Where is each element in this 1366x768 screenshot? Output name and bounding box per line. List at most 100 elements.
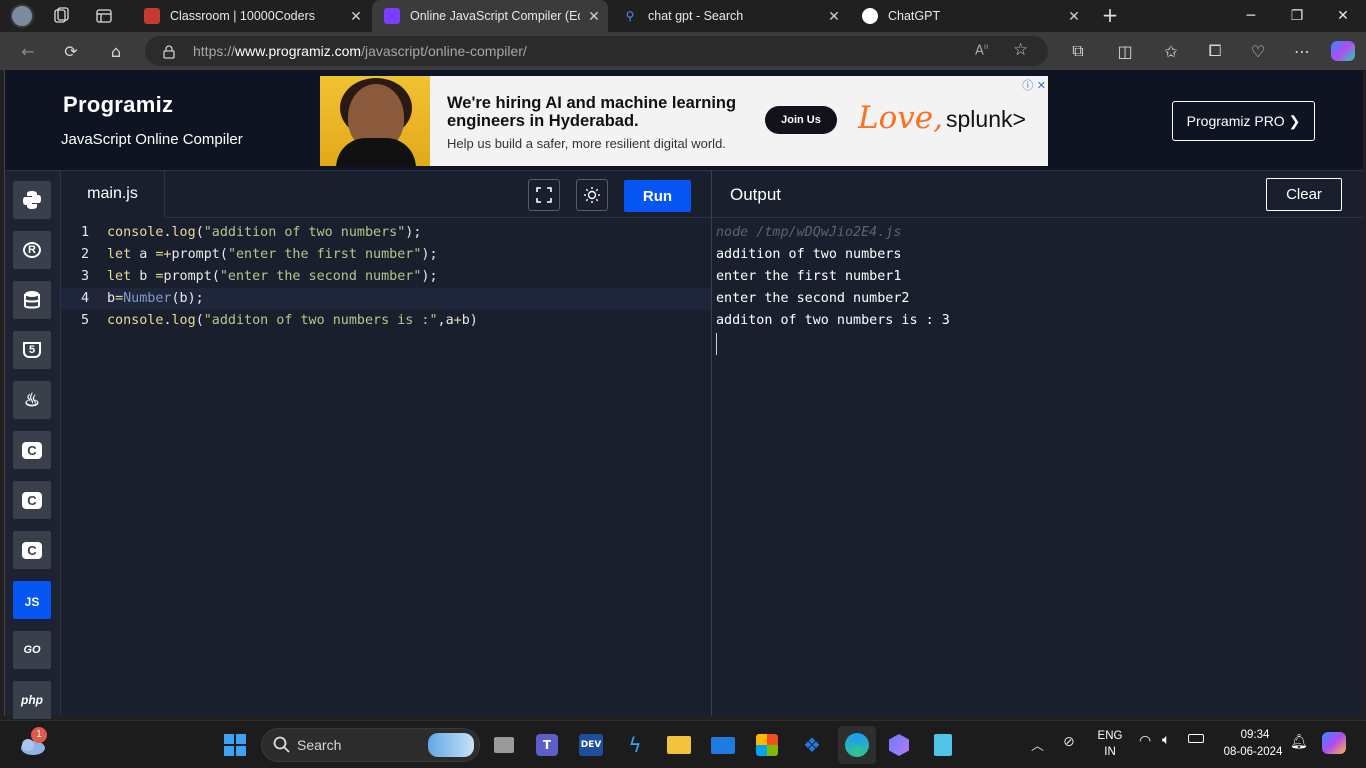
code-line[interactable]: 3 let b =prompt("enter the second number"… bbox=[61, 266, 711, 288]
dev-home-icon[interactable]: DEV bbox=[575, 729, 607, 761]
r-icon[interactable]: R bbox=[13, 231, 51, 269]
python-icon[interactable] bbox=[13, 181, 51, 219]
browser-tab[interactable]: ChatGPT ✕ bbox=[850, 0, 1088, 32]
language-indicator-top[interactable]: ENG bbox=[1096, 730, 1124, 742]
javascript-icon[interactable]: JS bbox=[13, 581, 51, 619]
fullscreen-icon[interactable] bbox=[528, 179, 560, 211]
read-aloud-icon[interactable]: Aıı bbox=[975, 42, 988, 58]
show-hidden-icons[interactable]: ︿ bbox=[1031, 735, 1044, 754]
advertisement-banner[interactable]: We're hiring AI and machine learning eng… bbox=[320, 76, 1048, 166]
file-tab[interactable]: main.js bbox=[61, 171, 165, 218]
restore-icon[interactable]: ❐ bbox=[1274, 0, 1320, 32]
programiz-logo[interactable]: Programiz bbox=[63, 92, 173, 118]
refresh-icon[interactable]: ⟳ bbox=[57, 38, 85, 64]
csharp-icon[interactable]: C bbox=[13, 531, 51, 569]
ad-close-icon[interactable]: ⓘ ✕ bbox=[1022, 77, 1046, 93]
microsoft-store-icon[interactable] bbox=[751, 729, 783, 761]
start-windows-icon[interactable] bbox=[219, 729, 251, 761]
notification-bell-icon[interactable]: 🔔︎ bbox=[1290, 734, 1308, 750]
file-explorer-icon[interactable] bbox=[663, 729, 695, 761]
taskbar-search-box[interactable]: Search bbox=[261, 728, 480, 762]
profile-avatar[interactable] bbox=[10, 4, 34, 28]
code-token: let bbox=[107, 269, 132, 284]
clear-button[interactable]: Clear bbox=[1266, 178, 1342, 211]
code-token: b bbox=[107, 291, 116, 306]
code-token: "addition of two numbers" bbox=[203, 225, 406, 240]
teams-icon[interactable]: T bbox=[531, 729, 563, 761]
back-icon[interactable]: ← bbox=[14, 38, 42, 64]
copilot-app-icon[interactable] bbox=[883, 729, 915, 761]
home-icon[interactable]: ⌂ bbox=[102, 38, 130, 64]
workspaces-icon[interactable] bbox=[52, 7, 70, 25]
code-token: b) bbox=[461, 313, 478, 328]
cplusplus-icon[interactable]: C bbox=[13, 481, 51, 519]
task-view-shape bbox=[494, 737, 514, 753]
browser-tab-active[interactable]: Online JavaScript Compiler (Edito ✕ bbox=[372, 0, 608, 32]
wifi-icon[interactable]: ◠ bbox=[1139, 733, 1151, 749]
ad-headline: We're hiring AI and machine learning eng… bbox=[447, 94, 737, 130]
url-text[interactable]: https://www.programiz.com/javascript/onl… bbox=[193, 43, 527, 59]
ad-brand-love: Love, bbox=[858, 100, 943, 136]
programiz-pro-button[interactable]: Programiz PRO ❯ bbox=[1172, 101, 1315, 141]
code-token: console bbox=[107, 225, 164, 240]
clock-time[interactable]: 09:34 bbox=[1222, 729, 1288, 741]
code-line[interactable]: 2 let a =+prompt("enter the first number"… bbox=[61, 244, 711, 266]
code-token: "enter the second number" bbox=[219, 269, 422, 284]
close-tab-icon[interactable]: ✕ bbox=[820, 8, 848, 25]
theme-toggle-icon[interactable] bbox=[576, 179, 608, 211]
code-line[interactable]: 1 console.log("addition of two numbers"); bbox=[61, 222, 711, 244]
copilot-tray-icon[interactable] bbox=[1322, 732, 1346, 754]
close-tab-icon[interactable]: ✕ bbox=[1060, 8, 1088, 25]
java-icon[interactable]: ♨ bbox=[13, 381, 51, 419]
sql-icon[interactable] bbox=[13, 281, 51, 319]
dropbox-icon[interactable]: ❖ bbox=[796, 729, 828, 761]
go-icon[interactable]: GO bbox=[13, 631, 51, 669]
lang-label: C bbox=[22, 491, 42, 509]
split-screen-icon[interactable]: ◫ bbox=[1111, 38, 1139, 64]
more-menu-icon[interactable]: ⋯ bbox=[1288, 38, 1316, 64]
run-button[interactable]: Run bbox=[624, 180, 691, 212]
vscode-icon[interactable]: ϟ bbox=[619, 729, 651, 761]
favorites-icon[interactable]: ✩ bbox=[1157, 38, 1185, 64]
notepad-icon[interactable] bbox=[927, 729, 959, 761]
lock-icon[interactable] bbox=[163, 44, 175, 59]
performance-icon[interactable]: ♡ bbox=[1244, 38, 1272, 64]
language-sidebar: R 5 ♨ C C C JS GO php bbox=[5, 171, 61, 719]
code-token: ( bbox=[211, 269, 220, 284]
code-line[interactable]: 4 b=Number(b); bbox=[61, 288, 711, 310]
code-area[interactable]: 1 console.log("addition of two numbers");… bbox=[61, 222, 711, 332]
code-token: . bbox=[163, 313, 172, 328]
favorite-star-icon[interactable]: ☆ bbox=[1013, 40, 1028, 60]
edge-browser-icon[interactable] bbox=[838, 726, 876, 764]
close-window-icon[interactable]: ✕ bbox=[1320, 0, 1366, 32]
collections-icon[interactable]: ⧠ bbox=[1201, 38, 1229, 64]
ad-brand-logo: splunk> bbox=[946, 106, 1026, 132]
lang-label: php bbox=[21, 693, 43, 707]
c-icon[interactable]: C bbox=[13, 431, 51, 469]
browser-tab[interactable]: ⚲ chat gpt - Search ✕ bbox=[610, 0, 848, 32]
browser-tab[interactable]: Classroom | 10000Coders ✕ bbox=[132, 0, 370, 32]
close-tab-icon[interactable]: ✕ bbox=[342, 8, 370, 25]
mail-icon[interactable] bbox=[707, 729, 739, 761]
close-tab-icon[interactable]: ✕ bbox=[580, 8, 608, 25]
code-line[interactable]: 5 console.log("additon of two numbers is … bbox=[61, 310, 711, 332]
output-console[interactable]: node /tmp/wDQwJio2E4.js addition of two … bbox=[716, 222, 950, 355]
code-token: ( bbox=[195, 225, 204, 240]
ad-join-button[interactable]: Join Us bbox=[765, 106, 837, 134]
extensions-icon[interactable]: ⧉ bbox=[1064, 38, 1092, 64]
language-indicator-bottom[interactable]: IN bbox=[1096, 746, 1124, 758]
code-token: =+ bbox=[155, 247, 172, 262]
php-icon[interactable]: php bbox=[13, 681, 51, 719]
copilot-icon[interactable] bbox=[1331, 41, 1355, 61]
tab-actions-icon[interactable] bbox=[95, 7, 113, 25]
task-view-icon[interactable] bbox=[488, 729, 520, 761]
minimize-icon[interactable]: ─ bbox=[1228, 0, 1274, 32]
battery-icon[interactable] bbox=[1188, 734, 1204, 743]
html5-icon[interactable]: 5 bbox=[13, 331, 51, 369]
network-off-icon[interactable]: ⊘ bbox=[1063, 734, 1075, 750]
clock-date[interactable]: 08-06-2024 bbox=[1218, 746, 1288, 758]
new-tab-icon[interactable]: + bbox=[1098, 4, 1122, 28]
volume-icon[interactable]: 🔈︎ bbox=[1162, 732, 1170, 748]
address-bar[interactable]: https://www.programiz.com/javascript/onl… bbox=[145, 36, 1048, 66]
output-line: additon of two numbers is : 3 bbox=[716, 313, 950, 328]
